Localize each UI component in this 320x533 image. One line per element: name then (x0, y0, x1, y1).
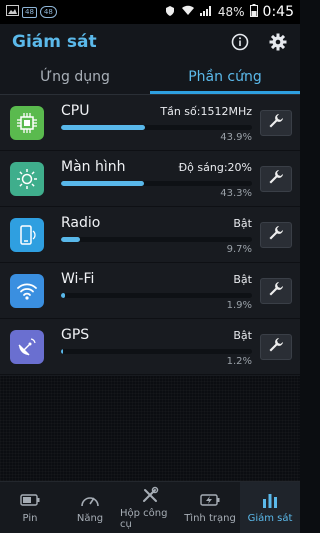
battery-percent: 48% (217, 5, 245, 19)
item-name: Màn hình (61, 158, 126, 175)
charging-icon (200, 491, 220, 509)
item-name: Wi-Fi (61, 270, 95, 287)
tools-icon (140, 486, 160, 504)
nav-monitor[interactable]: Giám sát (240, 482, 300, 533)
usage-bar (61, 180, 252, 186)
usage-percent: 43.9% (220, 131, 252, 143)
usage-percent: 1.2% (226, 355, 252, 367)
bar-chart-icon (260, 491, 280, 509)
cpu-icon (10, 105, 44, 140)
item-value: Bật (233, 216, 252, 230)
usage-percent: 1.9% (226, 299, 252, 311)
item-name: Radio (61, 214, 101, 231)
nav-toolbox[interactable]: Hộp công cụ (120, 482, 180, 533)
list-item-cpu[interactable]: CPU Tần số:1512MHz 43.9% (0, 95, 300, 151)
usage-bar-fill (61, 292, 65, 298)
phone-icon (10, 217, 44, 252)
list-item-radio[interactable]: Radio Bật 9.7% (0, 207, 300, 263)
list-item-wifi[interactable]: Wi-Fi Bật 1.9% (0, 263, 300, 319)
nav-label: Pin (22, 513, 38, 524)
item-value: Bật (233, 272, 252, 286)
nav-performance[interactable]: Năng (60, 482, 120, 533)
settings-gear-icon[interactable] (268, 32, 288, 52)
status-bar: 48 48 48% 0:45 (0, 0, 300, 24)
usage-bar-fill (61, 124, 145, 130)
notification-badge: 48 (22, 6, 37, 18)
usage-bar (61, 348, 252, 354)
shield-icon (164, 5, 176, 20)
signal-icon (199, 5, 213, 19)
usage-percent: 43.3% (220, 187, 252, 199)
item-name: GPS (61, 326, 90, 343)
brightness-icon (10, 161, 44, 196)
usage-bar (61, 292, 252, 298)
nav-status[interactable]: Tình trạng (180, 482, 240, 533)
usage-bar-fill (61, 348, 64, 354)
battery-icon (249, 4, 258, 20)
page-title: Giám sát (12, 32, 97, 52)
wrench-button[interactable] (260, 277, 292, 304)
info-icon[interactable] (230, 32, 250, 52)
wrench-icon (268, 113, 284, 133)
gallery-icon (6, 5, 19, 19)
notification-badge: 48 (39, 6, 57, 18)
wrench-icon (268, 225, 284, 245)
item-value: Bật (233, 328, 252, 342)
tab-hardware[interactable]: Phần cứng (150, 60, 300, 94)
usage-bar-fill (61, 180, 144, 186)
satellite-dish-icon (10, 329, 44, 364)
usage-bar (61, 236, 252, 242)
battery-icon (20, 491, 40, 509)
nav-label: Hộp công cụ (120, 507, 168, 530)
background-pattern (0, 376, 300, 481)
bottom-navigation: Pin Năng Hộp công cụ Tình trạng Giám sát (0, 481, 300, 533)
app-header: Giám sát (0, 24, 300, 60)
wrench-icon (268, 281, 284, 301)
item-value: Tần số:1512MHz (160, 104, 252, 118)
wifi-icon (10, 273, 44, 308)
item-name: CPU (61, 102, 90, 119)
hardware-list: CPU Tần số:1512MHz 43.9% Màn hình Độ sán… (0, 95, 300, 376)
nav-label: Năng (76, 513, 104, 524)
wrench-button[interactable] (260, 109, 292, 136)
usage-bar-fill (61, 236, 80, 242)
item-value: Độ sáng:20% (178, 160, 252, 174)
clock: 0:45 (262, 4, 294, 20)
list-item-gps[interactable]: GPS Bật 1.2% (0, 319, 300, 375)
wrench-button[interactable] (260, 333, 292, 360)
usage-bar (61, 124, 252, 130)
tab-bar: Ứng dụng Phần cứng (0, 60, 300, 95)
nav-label: Giám sát (247, 513, 293, 524)
wrench-button[interactable] (260, 221, 292, 248)
wrench-icon (268, 337, 284, 357)
list-item-display[interactable]: Màn hình Độ sáng:20% 43.3% (0, 151, 300, 207)
tab-applications[interactable]: Ứng dụng (0, 60, 150, 94)
nav-label: Tình trạng (184, 513, 236, 524)
wrench-button[interactable] (260, 165, 292, 192)
speedometer-icon (80, 491, 100, 509)
wifi-icon (181, 5, 195, 19)
wrench-icon (268, 169, 284, 189)
usage-percent: 9.7% (226, 243, 252, 255)
nav-battery[interactable]: Pin (0, 482, 60, 533)
